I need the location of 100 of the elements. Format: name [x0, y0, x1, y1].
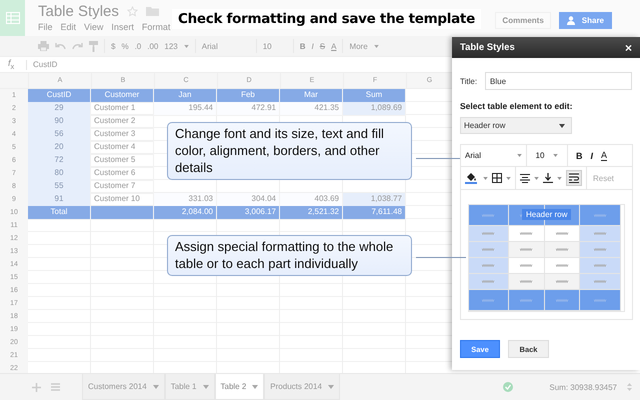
share-button[interactable]: Share	[558, 12, 612, 28]
sample-text-icon	[520, 248, 533, 251]
format-button[interactable]: .0	[134, 42, 142, 50]
sheet-tab[interactable]: Table 2	[214, 374, 264, 400]
sample-text-icon	[556, 248, 568, 251]
format-button[interactable]: .00	[147, 42, 158, 50]
caret-icon	[559, 124, 565, 128]
sheet-tab[interactable]: Products 2014	[264, 374, 340, 400]
style-button[interactable]: I	[312, 42, 314, 50]
menu-item[interactable]: File	[38, 22, 53, 32]
sample-text-icon	[482, 298, 495, 302]
formula-label: f$_{x}$	[8, 58, 16, 71]
table-cell: 80	[28, 167, 91, 181]
table-cell: Customer 6	[91, 167, 154, 181]
style-button[interactable]: A	[331, 42, 336, 50]
table-cell: Customer 4	[91, 141, 154, 155]
menu-icon[interactable]	[51, 383, 60, 391]
element-dropdown[interactable]: Header row	[460, 117, 572, 134]
sheet-tab[interactable]: Customers 2014	[82, 374, 165, 400]
style-button[interactable]: B	[576, 150, 582, 160]
sample-text-icon	[594, 248, 606, 251]
table-cell: Customer 3	[91, 128, 154, 142]
sample-text-icon	[556, 264, 568, 267]
menu-item[interactable]: Format	[142, 22, 170, 32]
add-sheet-icon[interactable]	[32, 382, 41, 392]
caret-icon[interactable]	[184, 44, 189, 48]
app-icon[interactable]	[0, 0, 25, 36]
sample-text-icon	[556, 232, 568, 235]
table-cell: 472.91	[217, 102, 280, 116]
sample-text-icon	[556, 298, 568, 302]
table-cell: 55	[28, 180, 91, 194]
sample-text-icon	[482, 248, 495, 251]
format-button[interactable]: $	[111, 42, 116, 50]
table-cell: CustID	[28, 89, 91, 103]
sample-text-icon	[482, 214, 495, 216]
style-button[interactable]: B	[300, 42, 306, 50]
callout: Change font and its size, text and fill color, alignment, borders, and other details	[167, 122, 412, 180]
caret-icon[interactable]	[374, 44, 379, 48]
sample-text-icon	[520, 264, 533, 267]
table-cell: Customer	[91, 89, 154, 103]
font-size-dropdown[interactable]: 10	[262, 42, 287, 50]
table-cell: Customer 7	[91, 180, 154, 194]
table-cell: Sum	[343, 89, 406, 103]
format-button[interactable]: %	[121, 42, 129, 50]
table-cell: 29	[28, 102, 91, 116]
fill-color-icon[interactable]	[465, 172, 479, 184]
number-format-button[interactable]: 123	[164, 42, 178, 50]
sample-text-icon	[520, 232, 533, 235]
more-button[interactable]: More	[349, 42, 368, 50]
callout: Assign special formatting to the whole table or to each part individually	[167, 235, 412, 276]
paint-format-icon[interactable]	[89, 40, 98, 52]
style-button[interactable]: I	[590, 150, 594, 160]
table-cell	[91, 206, 154, 220]
table-cell: 20	[28, 141, 91, 155]
comments-button[interactable]: Comments	[495, 12, 551, 28]
font-dropdown[interactable]: Arial	[202, 42, 250, 50]
sample-text-icon	[556, 280, 568, 283]
table-cell: 2,084.00	[154, 206, 217, 220]
table-cell: 1,038.77	[343, 193, 406, 207]
vertical-align-icon[interactable]	[543, 173, 553, 183]
table-cell: 90	[28, 115, 91, 129]
borders-icon[interactable]	[492, 173, 502, 183]
folder-icon[interactable]	[146, 6, 159, 16]
sample-text-icon	[594, 214, 606, 216]
menu-item[interactable]: View	[84, 22, 104, 32]
menu-item[interactable]: Insert	[111, 22, 134, 32]
sheet-tab[interactable]: Table 1	[164, 374, 214, 400]
caret-icon	[252, 384, 258, 388]
menu-item[interactable]: Edit	[60, 22, 76, 32]
caret-icon	[328, 384, 334, 388]
formula-value[interactable]: CustID	[33, 60, 58, 69]
wrap-text-button[interactable]	[566, 170, 582, 186]
star-icon[interactable]	[126, 6, 138, 16]
select-label: Select table element to edit:	[460, 101, 574, 111]
sample-text-icon	[482, 280, 495, 283]
font-dropdown[interactable]: Arial	[461, 145, 527, 166]
table-cell: 3,006.17	[217, 206, 280, 220]
table-cell: 331.03	[154, 193, 217, 207]
up-down-icon[interactable]	[627, 383, 632, 391]
caret-icon	[152, 384, 159, 388]
reset-button[interactable]: Reset	[587, 167, 614, 189]
sample-text-icon	[520, 298, 533, 302]
font-size-dropdown[interactable]: 10	[527, 145, 568, 166]
style-button[interactable]: A	[601, 150, 608, 161]
print-icon[interactable]	[38, 41, 49, 51]
table-cell: Jan	[154, 89, 217, 103]
caret-icon	[534, 176, 539, 180]
undo-icon[interactable]	[55, 42, 66, 50]
title-field[interactable]: Blue	[485, 72, 632, 90]
table-cell: Mar	[280, 89, 343, 103]
align-center-icon[interactable]	[520, 174, 530, 182]
table-cell: 72	[28, 154, 91, 168]
close-icon[interactable]: ×	[624, 40, 632, 54]
table-cell: 304.04	[217, 193, 280, 207]
redo-icon[interactable]	[72, 42, 83, 50]
sum-readout[interactable]: Sum: 30938.93457	[549, 382, 617, 392]
table-cell: 91	[28, 193, 91, 207]
sample-text-icon	[482, 232, 495, 235]
sample-text-icon	[594, 298, 606, 302]
style-button[interactable]: S	[320, 42, 326, 50]
